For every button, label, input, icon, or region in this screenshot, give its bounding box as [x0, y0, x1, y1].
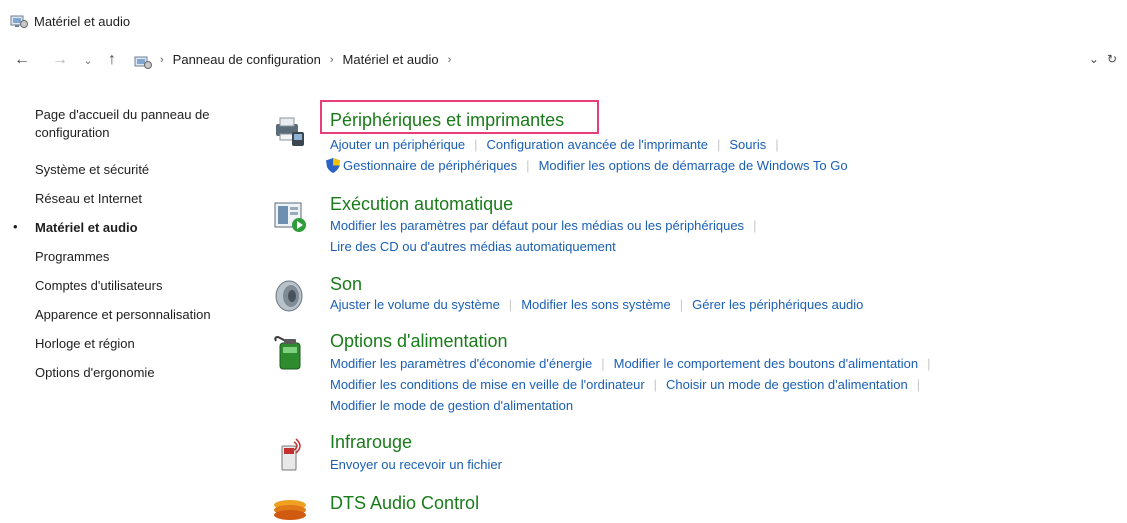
link-separator: |	[679, 297, 684, 312]
highlight-box	[320, 100, 599, 134]
sidebar-item-appearance[interactable]: Apparence et personnalisation	[35, 306, 250, 324]
link-separator: |	[601, 356, 605, 371]
link-row: Modifier les paramètres d'économie d'éne…	[330, 356, 940, 371]
breadcrumb-chevron-icon[interactable]: ›	[448, 54, 452, 66]
link-row: Modifier le mode de gestion d'alimentati…	[330, 398, 573, 413]
window-title: Matériel et audio	[34, 13, 131, 29]
link-power-button-behavior[interactable]: Modifier le comportement des boutons d'a…	[614, 356, 919, 371]
link-send-receive-file[interactable]: Envoyer ou recevoir un fichier	[330, 457, 502, 472]
breadcrumb: › Panneau de configuration › Matériel et…	[160, 52, 460, 67]
link-energy-settings[interactable]: Modifier les paramètres d'économie d'éne…	[330, 356, 592, 371]
sidebar-item-system-security[interactable]: Système et sécurité	[35, 161, 250, 179]
current-item-bullet: •	[13, 219, 18, 234]
sidebar-item-user-accounts[interactable]: Comptes d'utilisateurs	[35, 277, 250, 295]
link-device-manager[interactable]: Gestionnaire de périphériques	[343, 158, 517, 173]
category-title[interactable]: Son	[330, 274, 362, 295]
link-adjust-volume[interactable]: Ajuster le volume du système	[330, 297, 500, 312]
autoplay-icon	[274, 202, 306, 232]
link-row: Gestionnaire de périphériques | Modifier l…	[326, 158, 848, 173]
sidebar-item-programs[interactable]: Programmes	[35, 248, 250, 266]
link-advanced-printer-setup[interactable]: Configuration avancée de l'imprimante	[487, 137, 708, 152]
forward-arrow-icon[interactable]: →	[50, 50, 70, 70]
recent-locations-chevron-icon[interactable]: ⌄	[78, 50, 98, 70]
category-title[interactable]: Infrarouge	[330, 432, 412, 453]
link-choose-power-plan[interactable]: Choisir un mode de gestion d'alimentatio…	[666, 377, 908, 392]
speaker-icon	[275, 280, 303, 312]
battery-icon	[274, 335, 301, 370]
devices-printers-icon	[276, 117, 304, 146]
window-title-bar: Matériel et audio	[10, 12, 130, 30]
link-separator: |	[927, 356, 931, 371]
category-title[interactable]: Exécution automatique	[330, 194, 513, 215]
refresh-icon[interactable]: ↻	[1107, 52, 1117, 66]
link-separator: |	[717, 137, 721, 152]
breadcrumb-chevron-icon: ›	[160, 53, 164, 66]
dts-audio-icon	[274, 500, 306, 520]
sidebar-item-hardware-audio[interactable]: Matériel et audio	[35, 219, 250, 237]
link-separator: |	[474, 137, 478, 152]
link-autoplay-defaults[interactable]: Modifier les paramètres par défaut pour …	[330, 218, 744, 233]
sidebar-item-network-internet[interactable]: Réseau et Internet	[35, 190, 250, 208]
link-edit-power-plan[interactable]: Modifier le mode de gestion d'alimentati…	[330, 398, 573, 413]
breadcrumb-item-control-panel[interactable]: Panneau de configuration	[173, 52, 321, 67]
link-row: Modifier les conditions de mise en veill…	[330, 377, 929, 392]
breadcrumb-chevron-icon: ›	[329, 53, 334, 66]
link-windows-to-go[interactable]: Modifier les options de démarrage de Win…	[539, 158, 848, 173]
sidebar-item-clock-region[interactable]: Horloge et région	[35, 335, 250, 353]
link-separator: |	[775, 137, 779, 152]
link-row: Lire des CD ou d'autres médias automatiq…	[330, 239, 616, 254]
control-panel-icon	[10, 15, 28, 28]
address-control-panel-icon	[134, 56, 152, 69]
link-row: Ajouter un périphérique | Configuration av…	[330, 137, 788, 152]
link-mouse[interactable]: Souris	[729, 137, 766, 152]
link-sleep-conditions[interactable]: Modifier les conditions de mise en veill…	[330, 377, 645, 392]
navigation-bar: ← → ⌄ ↑ › Panneau de configuration › Mat…	[0, 46, 1127, 76]
link-add-device[interactable]: Ajouter un périphérique	[330, 137, 465, 152]
uac-shield-icon	[326, 158, 340, 173]
category-title[interactable]: DTS Audio Control	[330, 493, 479, 514]
link-separator: |	[653, 377, 658, 392]
address-dropdown-icon[interactable]: ⌄	[1089, 52, 1099, 66]
sidebar-item-home[interactable]: Page d'accueil du panneau de configurati…	[35, 106, 250, 142]
link-row: Ajuster le volume du système | Modifier le…	[330, 297, 863, 312]
link-row: Envoyer ou recevoir un fichier	[330, 457, 502, 472]
infrared-icon	[281, 438, 301, 471]
link-separator: |	[753, 218, 757, 233]
link-separator: |	[916, 377, 921, 392]
link-change-system-sounds[interactable]: Modifier les sons système	[521, 297, 671, 312]
back-arrow-icon[interactable]: ←	[12, 50, 32, 70]
link-separator: |	[526, 158, 530, 173]
category-title[interactable]: Options d'alimentation	[330, 331, 508, 352]
up-arrow-icon[interactable]: ↑	[102, 50, 122, 70]
address-bar-controls: ⌄ ↻	[1089, 52, 1117, 66]
link-play-cds-automatically[interactable]: Lire des CD ou d'autres médias automatiq…	[330, 239, 616, 254]
link-row: Modifier les paramètres par défaut pour …	[330, 218, 765, 233]
breadcrumb-item-hardware-audio[interactable]: Matériel et audio	[343, 52, 439, 67]
link-manage-audio-devices[interactable]: Gérer les périphériques audio	[692, 297, 863, 312]
link-separator: |	[508, 297, 513, 312]
sidebar-item-ease-of-access[interactable]: Options d'ergonomie	[35, 364, 250, 382]
